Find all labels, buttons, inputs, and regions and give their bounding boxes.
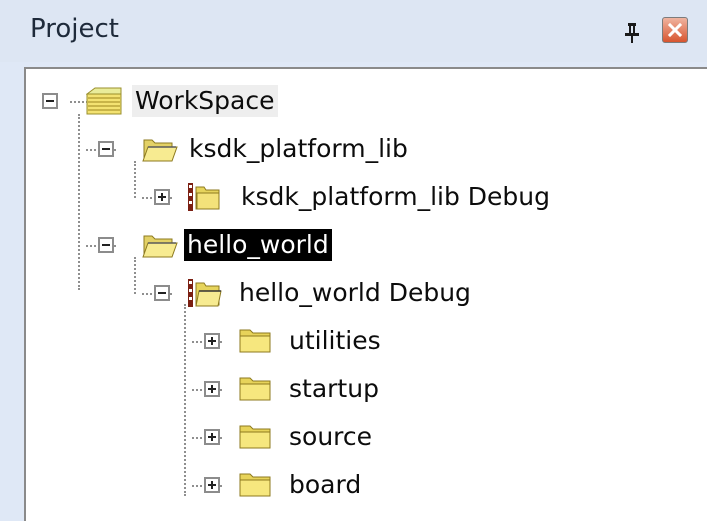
panel-title: Project xyxy=(30,14,119,44)
expand-toggle[interactable] xyxy=(204,477,220,493)
expand-toggle[interactable] xyxy=(204,429,220,445)
tree-item-label: startup xyxy=(289,374,379,403)
tree-item-label: WorkSpace xyxy=(132,85,278,117)
target-folder-icon xyxy=(188,183,220,211)
folder-icon xyxy=(239,329,271,353)
project-panel: Project WorkSpace ksdk_platform_lib ksdk… xyxy=(0,0,707,521)
expand-toggle[interactable] xyxy=(204,333,220,349)
tree-line xyxy=(78,114,80,290)
collapse-toggle[interactable] xyxy=(98,141,114,157)
collapse-toggle[interactable] xyxy=(98,237,114,253)
target-folder-open-icon xyxy=(188,279,222,307)
tree-item-label: source xyxy=(289,422,373,451)
close-button[interactable] xyxy=(662,17,688,43)
collapse-toggle[interactable] xyxy=(42,93,58,109)
tree-item-label: hello_world Debug xyxy=(239,278,471,307)
folder-icon xyxy=(239,377,271,401)
tree-item-label: board xyxy=(289,470,362,499)
tree-line xyxy=(134,257,136,294)
tree-line xyxy=(184,304,186,496)
workspace-icon xyxy=(86,87,122,115)
folder-icon xyxy=(239,425,271,449)
folder-open-icon xyxy=(142,235,178,258)
tree-line xyxy=(134,161,136,198)
expand-toggle[interactable] xyxy=(204,381,220,397)
pin-icon[interactable] xyxy=(622,22,642,44)
folder-icon xyxy=(239,473,271,497)
panel-titlebar: Project xyxy=(0,0,707,62)
tree-item-label: ksdk_platform_lib Debug xyxy=(241,182,550,211)
close-icon xyxy=(667,22,683,38)
tree-item-label: hello_world xyxy=(184,229,332,261)
collapse-toggle[interactable] xyxy=(154,285,170,301)
folder-open-icon xyxy=(142,139,178,162)
tree-item-label: ksdk_platform_lib xyxy=(189,134,408,163)
tree-item-label: utilities xyxy=(289,326,381,355)
project-tree[interactable]: WorkSpace ksdk_platform_lib ksdk_platfor… xyxy=(24,67,707,521)
expand-toggle[interactable] xyxy=(154,189,170,205)
